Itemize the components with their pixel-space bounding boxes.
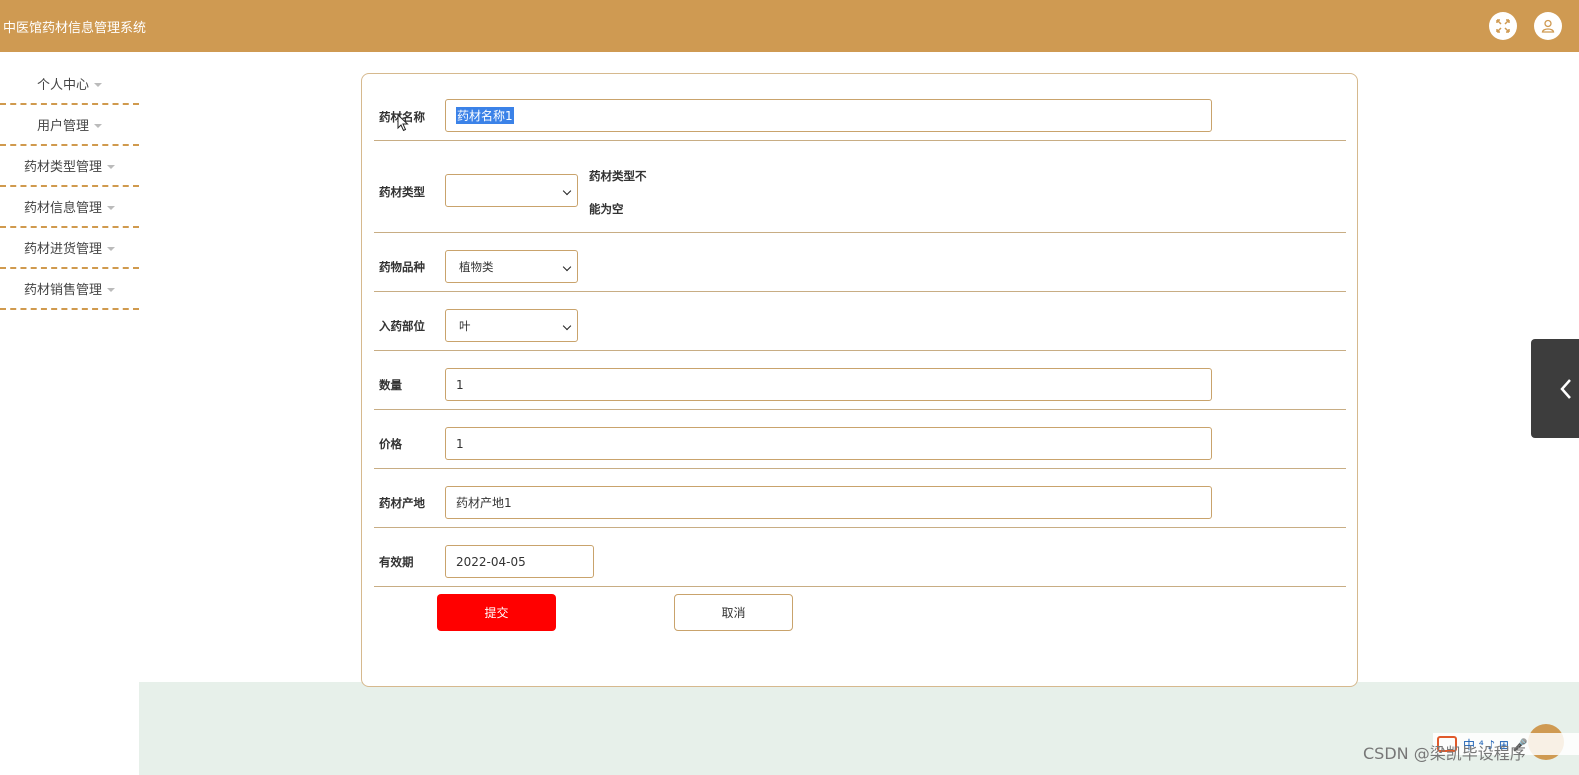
form-row-part: 入药部位 叶 bbox=[374, 292, 1346, 351]
sidebar-item-label: 药材信息管理 bbox=[23, 201, 102, 216]
variety-select[interactable]: 植物类 bbox=[445, 250, 578, 283]
chevron-down-icon bbox=[562, 321, 572, 331]
form-row-type: 药材类型 药材类型不 能为空 bbox=[374, 141, 1346, 233]
app-title: 中医馆药材信息管理系统 bbox=[3, 21, 147, 36]
form-row-name: 药材名称 药材名称1 bbox=[374, 74, 1346, 141]
form-row-quantity: 数量 1 bbox=[374, 351, 1346, 410]
part-label: 入药部位 bbox=[379, 319, 425, 333]
sidebar-item-label: 药材进货管理 bbox=[23, 242, 102, 257]
mouse-cursor-icon bbox=[397, 114, 409, 132]
price-value: 1 bbox=[456, 436, 464, 451]
csdn-watermark: CSDN @梁凯毕设程序 bbox=[1363, 744, 1526, 763]
caret-down-icon bbox=[107, 205, 115, 210]
expiry-label: 有效期 bbox=[379, 555, 414, 569]
expand-icon bbox=[1496, 19, 1510, 33]
form-row-expiry: 有效期 2022-04-05 bbox=[374, 528, 1346, 587]
expiry-date-input[interactable]: 2022-04-05 bbox=[445, 545, 594, 578]
price-label: 价格 bbox=[379, 437, 402, 451]
form-row-variety: 药物品种 植物类 bbox=[374, 233, 1346, 292]
herb-name-value: 药材名称1 bbox=[456, 107, 514, 124]
caret-down-icon bbox=[107, 246, 115, 251]
submit-button[interactable]: 提交 bbox=[437, 594, 556, 631]
caret-down-icon bbox=[107, 164, 115, 169]
form-row-origin: 药材产地 药材产地1 bbox=[374, 469, 1346, 528]
sidebar-item-herb-type-management[interactable]: 药材类型管理 bbox=[0, 146, 139, 187]
quantity-input[interactable]: 1 bbox=[445, 368, 1212, 401]
variety-label: 药物品种 bbox=[379, 260, 425, 274]
chevron-down-icon bbox=[562, 262, 572, 272]
part-select[interactable]: 叶 bbox=[445, 309, 578, 342]
sidebar-item-user-management[interactable]: 用户管理 bbox=[0, 105, 139, 146]
sidebar-item-label: 个人中心 bbox=[36, 78, 89, 93]
quantity-label: 数量 bbox=[379, 378, 402, 392]
herb-form: 药材名称 药材名称1 药材类型 药材类型不 能为空 药物品种 植物类 入药部位 … bbox=[361, 73, 1358, 687]
expiry-value: 2022-04-05 bbox=[456, 554, 526, 569]
sidebar-item-label: 用户管理 bbox=[36, 119, 89, 134]
sidebar-item-herb-purchase-management[interactable]: 药材进货管理 bbox=[0, 228, 139, 269]
user-icon bbox=[1541, 19, 1555, 33]
sidebar-item-personal-center[interactable]: 个人中心 bbox=[0, 64, 139, 105]
variety-value: 植物类 bbox=[459, 259, 494, 274]
cancel-button[interactable]: 取消 bbox=[674, 594, 793, 631]
caret-down-icon bbox=[107, 287, 115, 292]
caret-down-icon bbox=[94, 123, 102, 128]
herb-name-input[interactable]: 药材名称1 bbox=[445, 99, 1212, 132]
type-error-line2: 能为空 bbox=[589, 202, 624, 216]
price-input[interactable]: 1 bbox=[445, 427, 1212, 460]
chevron-left-icon bbox=[1560, 378, 1571, 399]
type-label: 药材类型 bbox=[379, 185, 425, 199]
origin-label: 药材产地 bbox=[379, 496, 425, 510]
quantity-value: 1 bbox=[456, 377, 464, 392]
sidebar-item-label: 药材类型管理 bbox=[23, 160, 102, 175]
user-button[interactable] bbox=[1534, 12, 1562, 40]
sidebar-menu: 个人中心 用户管理 药材类型管理 药材信息管理 药材进货管理 药材销售管理 bbox=[0, 64, 139, 310]
form-row-price: 价格 1 bbox=[374, 410, 1346, 469]
origin-input[interactable]: 药材产地1 bbox=[445, 486, 1212, 519]
sidebar-item-herb-sales-management[interactable]: 药材销售管理 bbox=[0, 269, 139, 310]
herb-type-select[interactable] bbox=[445, 174, 578, 207]
sidebar-item-label: 药材销售管理 bbox=[23, 283, 102, 298]
sidebar-item-herb-info-management[interactable]: 药材信息管理 bbox=[0, 187, 139, 228]
side-panel-toggle[interactable] bbox=[1531, 339, 1579, 438]
part-value: 叶 bbox=[459, 318, 471, 333]
top-header: 中医馆药材信息管理系统 bbox=[0, 0, 1579, 52]
caret-down-icon bbox=[94, 82, 102, 87]
origin-value: 药材产地1 bbox=[456, 496, 512, 510]
fullscreen-button[interactable] bbox=[1489, 12, 1517, 40]
chevron-down-icon bbox=[562, 186, 572, 196]
type-error-line1: 药材类型不 bbox=[589, 169, 647, 183]
